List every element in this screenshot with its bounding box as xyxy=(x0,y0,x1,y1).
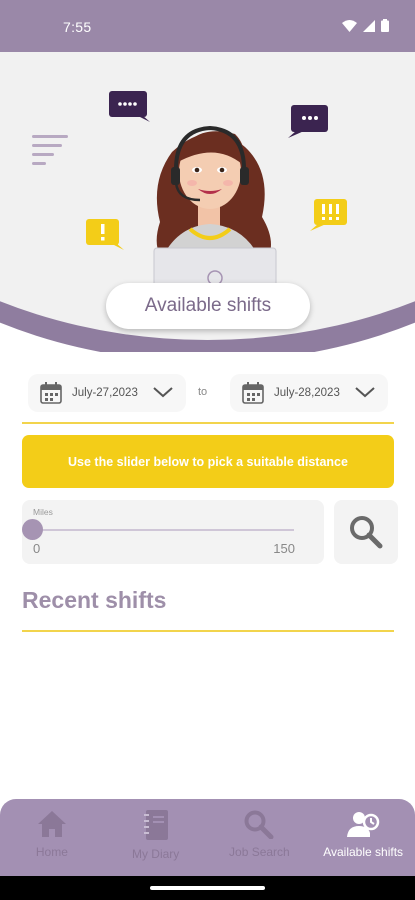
nav-my-diary-label: My Diary xyxy=(131,847,180,861)
slider-min-value: 0 xyxy=(33,541,41,556)
diary-icon xyxy=(143,810,168,840)
calendar-icon xyxy=(40,382,62,404)
search-icon xyxy=(244,810,274,839)
calendar-icon xyxy=(242,382,264,404)
nav-job-search[interactable]: Job Search xyxy=(208,799,312,876)
status-bar: 7:55 xyxy=(0,0,415,52)
start-date-picker[interactable]: July-27,2023 xyxy=(28,374,186,412)
bottom-navigation: Home My Diary Job Search Available shift… xyxy=(0,799,415,876)
nav-job-search-label: Job Search xyxy=(229,845,290,859)
home-indicator xyxy=(150,886,265,890)
distance-slider-card: Miles 0 150 xyxy=(22,500,324,564)
alert-bubble-icon xyxy=(310,199,347,231)
chat-bubble-icon xyxy=(109,91,150,122)
slider-label: Miles xyxy=(33,507,53,517)
home-icon xyxy=(37,811,66,837)
section-divider xyxy=(22,422,394,424)
status-icons xyxy=(342,19,389,32)
search-icon xyxy=(350,516,383,549)
menu-line xyxy=(32,144,62,147)
status-time: 7:55 xyxy=(63,19,92,35)
nav-home-label: Home xyxy=(35,845,68,859)
chevron-down-icon xyxy=(355,387,375,398)
slider-max-value: 150 xyxy=(273,541,295,556)
chat-bubble-icon xyxy=(288,105,328,138)
page-title: Available shifts xyxy=(106,283,310,329)
menu-line xyxy=(32,162,46,165)
nav-available-shifts-label: Available shifts xyxy=(323,845,404,859)
section-divider xyxy=(22,630,394,632)
menu-line xyxy=(32,153,54,156)
nav-my-diary[interactable]: My Diary xyxy=(104,799,208,876)
menu-line xyxy=(32,135,68,138)
distance-slider[interactable] xyxy=(22,519,294,540)
alert-bubble-icon xyxy=(86,219,124,250)
recent-shifts-heading: Recent shifts xyxy=(22,587,167,613)
end-date-value: July-28,2023 xyxy=(274,387,340,399)
menu-button[interactable] xyxy=(32,135,68,165)
end-date-picker[interactable]: July-28,2023 xyxy=(230,374,388,412)
nav-home[interactable]: Home xyxy=(0,799,104,876)
wifi-icon xyxy=(342,19,357,32)
distance-hint-banner: Use the slider below to pick a suitable … xyxy=(22,435,394,488)
battery-icon xyxy=(381,19,389,32)
signal-icon xyxy=(363,19,375,32)
search-button[interactable] xyxy=(334,500,398,564)
available-shifts-icon xyxy=(347,812,380,837)
nav-available-shifts[interactable]: Available shifts xyxy=(311,799,415,876)
chevron-down-icon xyxy=(153,387,173,398)
date-range-separator: to xyxy=(198,386,208,398)
slider-thumb[interactable] xyxy=(22,519,43,540)
system-gesture-bar xyxy=(0,876,415,900)
start-date-value: July-27,2023 xyxy=(72,387,138,399)
